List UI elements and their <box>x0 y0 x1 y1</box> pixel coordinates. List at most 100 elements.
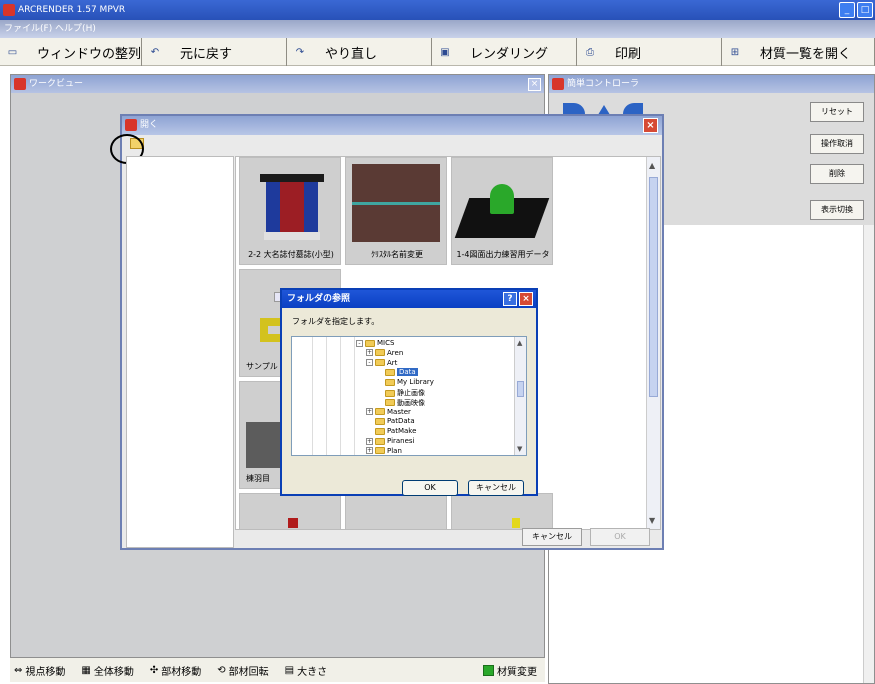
redo-icon: ↷ <box>295 46 305 58</box>
scroll-up-icon[interactable]: ▲ <box>517 339 522 347</box>
tree-node[interactable]: - MICS <box>356 339 394 347</box>
thumbnail-item[interactable]: 2-2 大名誌付墓誌(小型) <box>239 157 341 265</box>
tree-node[interactable]: 動画映像 <box>376 398 425 408</box>
cancel-label: キャンセル <box>532 532 572 541</box>
scrollbar-thumb[interactable] <box>517 381 524 397</box>
thumbnail-caption: 1-4図面出力練習用データ <box>456 250 550 259</box>
toggle-display-button[interactable]: 表示切換 <box>810 200 864 220</box>
maximize-button[interactable]: □ <box>857 2 873 18</box>
status-bar-item[interactable]: ⟲ 部材回転 <box>217 663 268 678</box>
controller-title: 簡単コントローラ <box>567 79 640 89</box>
menu-bar[interactable]: ファイル(F) ヘルプ(H) <box>0 20 875 38</box>
tree-node[interactable]: + Piranesi <box>366 437 415 445</box>
folder-ok-button[interactable]: OK <box>402 480 458 496</box>
material-icon <box>483 664 494 676</box>
thumbnail-item[interactable] <box>345 493 447 529</box>
expand-icon[interactable]: + <box>366 349 373 357</box>
folder-icon <box>375 359 385 367</box>
tree-node[interactable]: - Art <box>366 359 397 367</box>
folder-tree[interactable]: ▲ ▼ - MICS + Aren - Art Data My Library 静止画像 動画映像… <box>291 336 527 456</box>
tree-node-label: 動画映像 <box>397 398 425 407</box>
status-item-icon: ▤ <box>284 664 295 676</box>
toolbar-label: 元に戻す <box>180 46 233 62</box>
tree-node[interactable]: Data <box>376 368 418 377</box>
toolbar-button[interactable]: ↷ やり直し <box>287 38 432 66</box>
expand-icon[interactable]: + <box>366 408 373 416</box>
folder-icon <box>385 399 395 407</box>
close-icon[interactable]: × <box>519 292 533 306</box>
tree-node[interactable]: My Library <box>376 378 434 386</box>
thumbnail-caption: 2-2 大名誌付墓誌(小型) <box>248 250 334 259</box>
tree-node-label: Aren <box>387 348 404 357</box>
toolbar-label: 印刷 <box>615 46 642 62</box>
toolbar-label: レンダリング <box>470 46 549 62</box>
tree-node[interactable]: + Plan <box>366 447 402 455</box>
status-item-icon: ✣ <box>149 664 159 676</box>
close-icon[interactable]: × <box>528 78 541 91</box>
minimize-button[interactable]: _ <box>839 2 855 18</box>
tree-node-label: MICS <box>377 339 395 347</box>
scroll-up-icon[interactable]: ▲ <box>649 161 655 170</box>
ok-button[interactable]: OK <box>590 528 650 546</box>
tree-node[interactable]: + Master <box>366 408 411 416</box>
scroll-down-icon[interactable]: ▼ <box>517 445 522 453</box>
folder-icon <box>365 339 375 347</box>
undo-icon: ↶ <box>150 46 160 58</box>
status-bar-item[interactable]: ▤ 大きさ <box>285 663 327 678</box>
thumbnail-item[interactable] <box>451 493 553 529</box>
collapse-icon[interactable]: - <box>366 359 373 367</box>
material-change-button[interactable]: 材質変更 <box>483 663 537 678</box>
thumbnail-item[interactable]: ｸﾘｽﾀﾙ名前変更 <box>345 157 447 265</box>
folder-icon <box>375 408 385 416</box>
thumbnail-item[interactable] <box>239 493 341 529</box>
tree-node[interactable]: PatData <box>366 417 415 425</box>
toolbar-button[interactable]: ⎙ 印刷 <box>577 38 722 66</box>
app-icon <box>3 4 15 16</box>
folder-dialog-title: フォルダの参照 <box>287 294 351 304</box>
status-bar-item[interactable]: ✣ 部材移動 <box>150 663 201 678</box>
close-icon[interactable]: × <box>643 118 658 133</box>
thumbnail-item[interactable]: 1-4図面出力練習用データ <box>451 157 553 265</box>
toolbar-button[interactable]: ↶ 元に戻す <box>142 38 287 66</box>
status-item-label: 視点移動 <box>25 666 66 678</box>
collapse-icon[interactable]: - <box>356 339 363 347</box>
undo-operation-button[interactable]: 操作取消 <box>810 134 864 154</box>
status-bar-item[interactable]: ⇔ 視点移動 <box>14 663 65 678</box>
folder-icon <box>375 447 385 455</box>
toolbar-button[interactable]: ▭ ウィンドウの整列 <box>0 38 142 66</box>
status-item-label: 部材回転 <box>228 666 269 678</box>
thumbnail-scrollbar[interactable]: ▲ ▼ <box>646 157 660 529</box>
help-icon[interactable]: ? <box>503 292 517 306</box>
cancel-button[interactable]: キャンセル <box>522 528 582 546</box>
controller-scrollbar[interactable] <box>863 225 874 683</box>
folder-cancel-button[interactable]: キャンセル <box>468 480 524 496</box>
reset-button[interactable]: リセット <box>810 102 864 122</box>
scrollbar-thumb[interactable] <box>649 177 658 397</box>
folder-icon <box>375 437 385 445</box>
app-title: ARCRENDER 1.57 MPVR <box>18 5 126 15</box>
menu-text[interactable]: ファイル(F) ヘルプ(H) <box>4 24 96 34</box>
scroll-down-icon[interactable]: ▼ <box>649 516 655 525</box>
ok-label: OK <box>614 532 626 541</box>
folder-list-pane[interactable] <box>126 156 234 548</box>
toolbar-button[interactable]: ▣ レンダリング <box>432 38 577 66</box>
status-bar-item[interactable]: ▦ 全体移動 <box>81 663 133 678</box>
toolbar-label: 材質一覧を開く <box>760 46 852 62</box>
expand-icon[interactable]: + <box>366 447 373 455</box>
tree-node[interactable]: PatMake <box>366 427 416 435</box>
status-item-label: 大きさ <box>297 666 328 678</box>
tree-scrollbar[interactable]: ▲ ▼ <box>514 337 526 455</box>
render-icon: ▣ <box>440 46 450 58</box>
expand-icon[interactable]: + <box>366 437 373 445</box>
status-item-icon: ⟲ <box>217 664 226 676</box>
material-dialog-title: 開く <box>140 120 159 130</box>
app-title-bar: ARCRENDER 1.57 MPVR <box>0 0 875 20</box>
tree-node-label: Piranesi <box>387 437 415 445</box>
delete-button[interactable]: 削除 <box>810 164 864 184</box>
toolbar-button[interactable]: ⊞ 材質一覧を開く <box>722 38 875 66</box>
material-change-label: 材質変更 <box>497 666 537 678</box>
tree-node[interactable]: 静止画像 <box>376 388 425 398</box>
folder-icon <box>375 427 385 435</box>
tree-node[interactable]: + Aren <box>366 349 403 357</box>
tree-node-label: PatData <box>387 417 415 426</box>
